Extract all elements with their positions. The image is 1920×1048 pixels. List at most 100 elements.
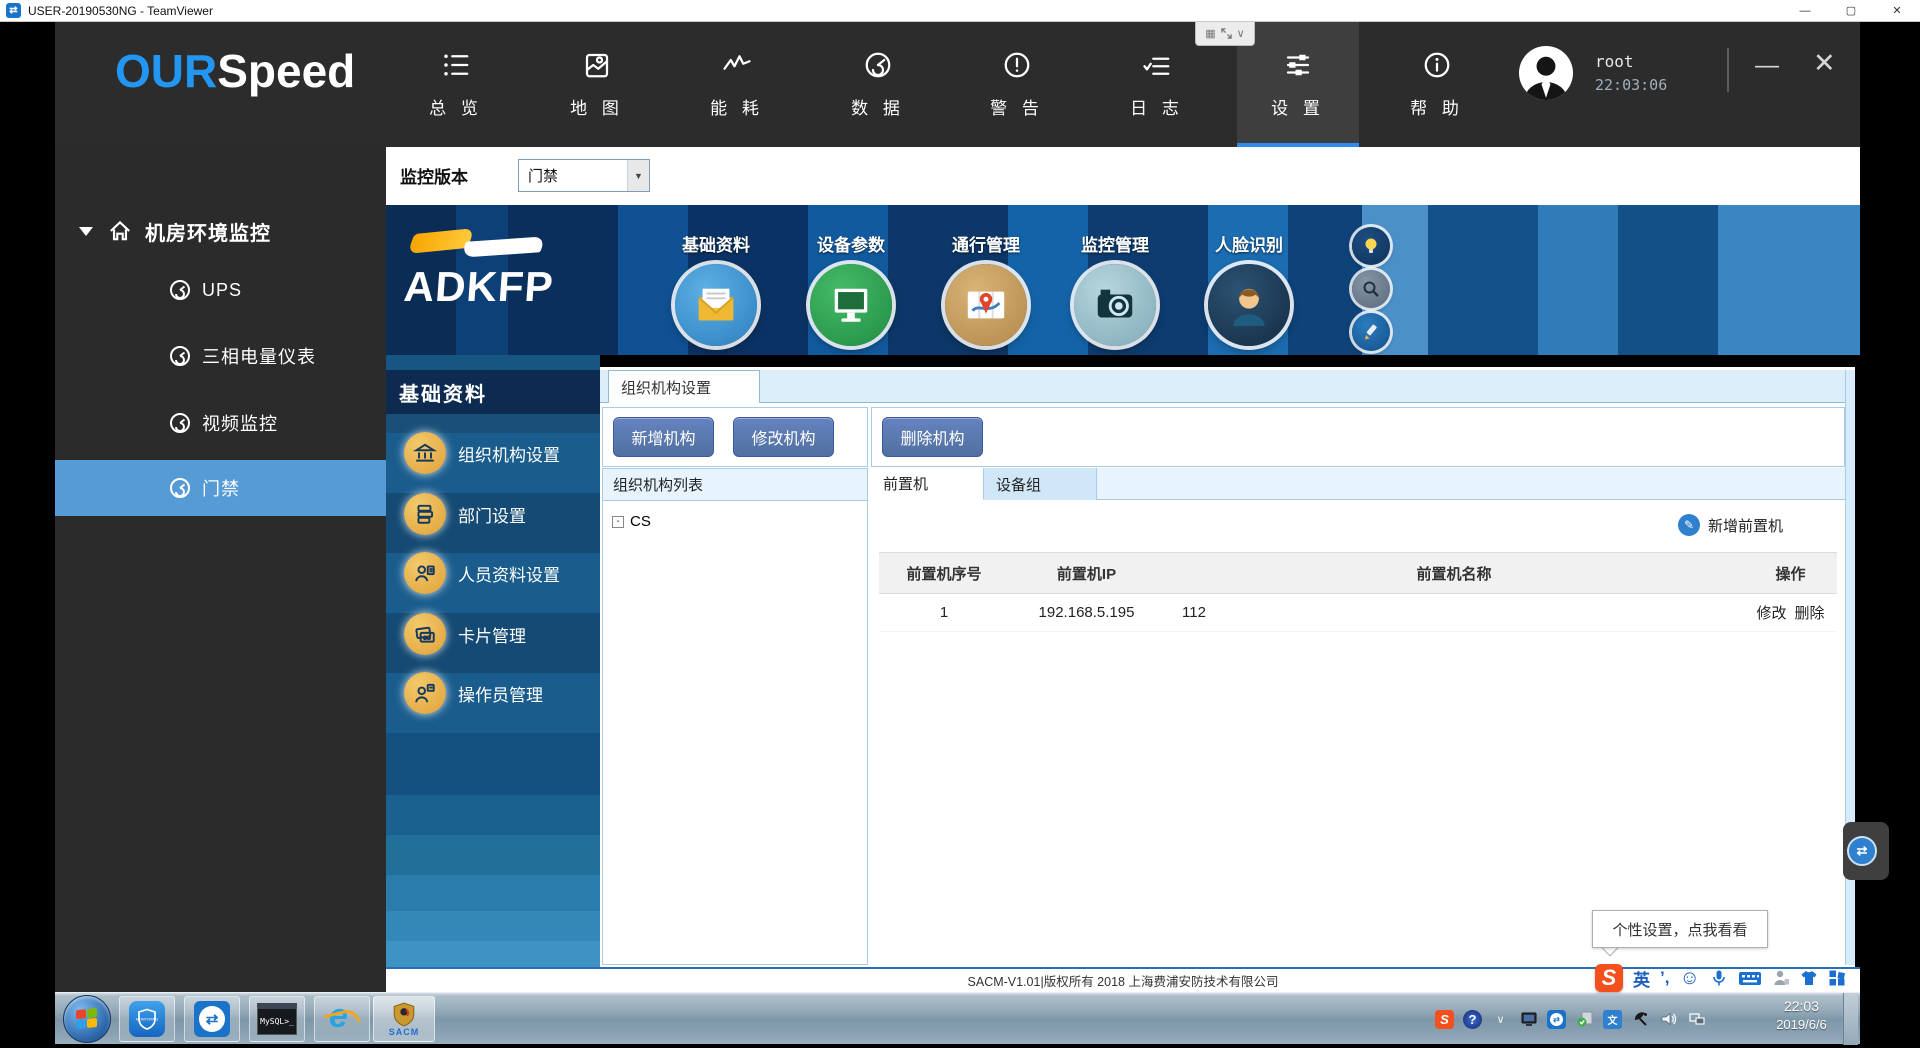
monitor-icon	[828, 282, 874, 328]
sidebar-item-three-phase-meter[interactable]: 三相电量仪表	[55, 328, 386, 384]
menu-item-operator-mgmt[interactable]: 操作员管理	[386, 669, 600, 717]
tab-front-machine[interactable]: 前置机	[871, 468, 984, 500]
logo-text: ADKFP	[402, 263, 555, 311]
menu-item-label: 人员资料设置	[458, 561, 560, 586]
version-dropdown[interactable]: 门禁 ▼	[518, 159, 650, 192]
window-close-button[interactable]: ✕	[1874, 0, 1920, 21]
col-header-ip: 前置机IP	[1009, 563, 1164, 584]
nav-label: 能 耗	[710, 94, 764, 119]
sidebar-item-video-monitor[interactable]: 视频监控	[55, 395, 386, 451]
sidebar-item-door-access[interactable]: 门禁	[55, 460, 386, 516]
module-face-recognition[interactable]: 人脸识别	[1187, 231, 1311, 346]
magnifier-icon[interactable]	[1352, 270, 1390, 308]
window-minimize-button[interactable]: —	[1782, 0, 1828, 21]
ourspeed-logo: OURSpeed	[115, 44, 355, 98]
department-icon	[413, 502, 437, 526]
row-delete-link[interactable]: 删除	[1795, 602, 1825, 623]
cell-name: 112	[1164, 604, 1744, 621]
taskbar-teamviewer-app[interactable]: ⇄	[184, 996, 240, 1042]
app-minimize-button[interactable]: —	[1755, 52, 1779, 80]
tray-satellite-icon[interactable]	[1631, 1010, 1650, 1029]
taskbar-clock[interactable]: 22:03 2019/6/6	[1749, 998, 1854, 1032]
user-avatar[interactable]	[1519, 46, 1573, 100]
start-button[interactable]	[63, 995, 111, 1043]
nav-item-alert[interactable]: 警 告	[956, 22, 1078, 147]
taskbar-monitoring-app[interactable]: MONITORING	[119, 996, 175, 1042]
show-desktop-button[interactable]	[1843, 993, 1858, 1045]
ime-mic-icon[interactable]	[1710, 969, 1728, 987]
nav-item-data[interactable]: 数 据	[817, 22, 939, 147]
sogou-logo-icon[interactable]: S	[1595, 964, 1623, 992]
row-edit-link[interactable]: 修改	[1756, 602, 1786, 623]
nav-item-help[interactable]: 帮 助	[1376, 22, 1498, 147]
taskbar-ie-app[interactable]: e	[314, 996, 370, 1042]
nav-item-settings[interactable]: 设 置	[1237, 22, 1359, 147]
side-panel-handle[interactable]: ⇄	[1843, 822, 1889, 880]
divider	[1727, 48, 1729, 92]
help-info-icon	[1422, 50, 1452, 80]
module-monitor-mgmt[interactable]: 监控管理	[1053, 231, 1177, 346]
ime-punctuation-icon[interactable]: ’,	[1660, 968, 1669, 988]
bank-icon	[413, 441, 437, 465]
module-label: 基础资料	[682, 231, 750, 256]
delete-org-button[interactable]: 删除机构	[882, 417, 983, 457]
tab-org-setup[interactable]: 组织机构设置	[608, 370, 760, 403]
tray-help-icon[interactable]: ?	[1463, 1010, 1482, 1029]
menu-item-department-setup[interactable]: 部门设置	[386, 490, 600, 538]
nav-label: 警 告	[990, 94, 1044, 119]
ime-keyboard-icon[interactable]	[1738, 969, 1762, 987]
tab-device-group[interactable]: 设备组	[984, 468, 1097, 500]
sidebar-root-node[interactable]: 机房环境监控	[55, 205, 386, 257]
nav-item-energy[interactable]: 能 耗	[676, 22, 798, 147]
bulb-icon[interactable]	[1352, 227, 1390, 265]
nav-item-map[interactable]: 地 图	[536, 22, 658, 147]
window-maximize-button[interactable]: ▢	[1828, 0, 1874, 21]
menu-item-card-mgmt[interactable]: 卡片管理	[386, 610, 600, 658]
ime-skin-shirt-icon[interactable]	[1800, 969, 1818, 987]
tray-teamviewer-icon[interactable]: ⇄	[1547, 1010, 1566, 1029]
teamviewer-toolbar-handle[interactable]: ▦ ∨	[1195, 22, 1255, 46]
menu-item-label: 组织机构设置	[458, 441, 560, 466]
tray-sogou-icon[interactable]: S	[1435, 1010, 1454, 1029]
tree-collapse-icon[interactable]: -	[612, 516, 624, 528]
tray-translator-icon[interactable]: 文	[1603, 1010, 1622, 1029]
module-access-mgmt[interactable]: 通行管理	[924, 231, 1048, 346]
sidebar-item-label: UPS	[202, 280, 242, 301]
content-area: 组织机构设置 新增机构 修改机构 删除机构 组织机构列表 - CS 前置机 设备…	[600, 367, 1855, 967]
menu-item-personnel-setup[interactable]: 人员资料设置	[386, 549, 600, 597]
tray-monitor-icon[interactable]	[1519, 1010, 1538, 1029]
module-basic-data[interactable]: 基础资料	[654, 231, 778, 346]
window-title: USER-20190530NG - TeamViewer	[28, 4, 213, 18]
ime-tooltip: 个性设置，点我看看	[1592, 910, 1768, 948]
menu-item-label: 部门设置	[458, 502, 526, 527]
copyright-text: SACM-V1.01|版权所有 2018 上海费浦安防技术有限公司	[968, 971, 1279, 990]
module-device-params[interactable]: 设备参数	[789, 231, 913, 346]
tray-volume-icon[interactable]	[1659, 1010, 1678, 1029]
edit-org-button[interactable]: 修改机构	[733, 417, 834, 457]
windows-taskbar: MONITORING ⇄ MySQL>_ e SACM S	[55, 992, 1860, 1044]
app-close-button[interactable]: ✕	[1813, 48, 1836, 79]
tray-update-check-icon[interactable]	[1575, 1010, 1594, 1029]
map-icon	[582, 50, 612, 80]
menu-item-org-setup[interactable]: 组织机构设置	[386, 429, 600, 477]
taskbar-mysql-app[interactable]: MySQL>_	[249, 996, 305, 1042]
tray-network-icon[interactable]	[1687, 1010, 1706, 1029]
pencil-circle-icon: ✎	[1678, 514, 1700, 536]
taskbar-sacm-app[interactable]: SACM	[373, 996, 435, 1042]
gauge-icon	[168, 278, 192, 302]
tree-node-cs[interactable]: - CS	[612, 513, 867, 530]
ime-toolbox-grid-icon[interactable]	[1828, 969, 1846, 987]
ime-handwriting-person-icon[interactable]	[1772, 969, 1790, 987]
tray-hidden-icons-chevron[interactable]: ∨	[1491, 1010, 1510, 1029]
ime-emoji-icon[interactable]: ☺	[1679, 967, 1699, 990]
overview-list-icon	[441, 50, 471, 80]
nav-item-overview[interactable]: 总 览	[395, 22, 517, 147]
pencil-icon[interactable]	[1352, 313, 1390, 351]
person-icon	[1519, 46, 1573, 100]
ime-language-toggle[interactable]: 英	[1633, 966, 1650, 991]
add-front-machine-link[interactable]: ✎ 新增前置机	[1678, 514, 1783, 536]
teamviewer-titlebar: ⇄ USER-20190530NG - TeamViewer — ▢ ✕	[0, 0, 1920, 22]
alert-circle-icon	[1002, 50, 1032, 80]
add-org-button[interactable]: 新增机构	[613, 417, 714, 457]
sidebar-item-ups[interactable]: UPS	[55, 262, 386, 318]
